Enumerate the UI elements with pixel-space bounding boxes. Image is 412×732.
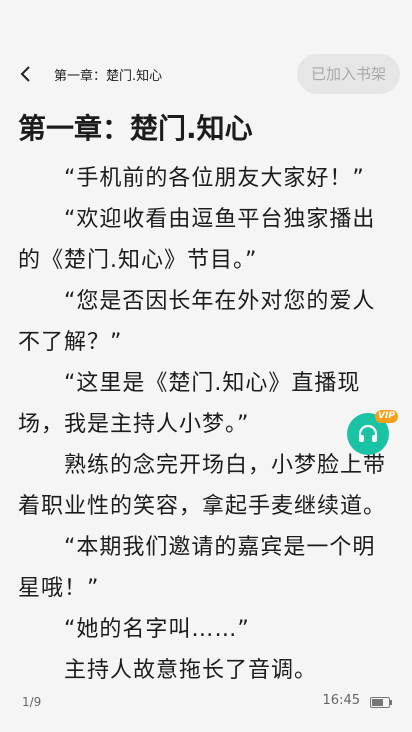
back-button[interactable] <box>14 62 38 86</box>
top-bar: 第一章：楚门.知心 已加入书架 <box>0 52 412 96</box>
battery-icon <box>370 697 392 708</box>
status-footer: 1/9 16:45 <box>0 692 412 732</box>
vip-badge: VIP <box>375 410 398 423</box>
paragraph: 熟练的念完开场白，小梦脸上带着职业性的笑容，拿起手麦继续道。 <box>18 453 387 519</box>
clock: 16:45 <box>322 693 360 708</box>
chapter-title: 第一章：楚门.知心 <box>18 112 253 145</box>
chapter-content: 第一章：楚门.知心 “手机前的各位朋友大家好！” “欢迎收看由逗鱼平台独家播出的… <box>18 106 392 691</box>
battery-level <box>372 699 383 706</box>
chevron-left-icon <box>20 66 30 82</box>
chapter-name: 第一章：楚门.知心 <box>54 69 163 84</box>
reader-page: 第一章：楚门.知心 已加入书架 第一章：楚门.知心 “手机前的各位朋友大家好！”… <box>0 0 412 732</box>
added-to-shelf-button[interactable]: 已加入书架 <box>296 54 400 94</box>
paragraph: “她的名字叫……” <box>64 617 250 642</box>
paragraph: 主持人故意拖长了音调。 <box>64 658 318 683</box>
paragraph: “您是否因长年在外对您的爱人不了解？” <box>18 289 376 355</box>
paragraph: “手机前的各位朋友大家好！” <box>64 166 365 191</box>
paragraph: “欢迎收看由逗鱼平台独家播出的《楚门.知心》节目。” <box>18 207 376 273</box>
paragraph: “这里是《楚门.知心》直播现场，我是主持人小梦。” <box>18 371 361 437</box>
page-indicator: 1/9 <box>22 695 42 709</box>
headphones-icon <box>358 424 378 442</box>
paragraph: “本期我们邀请的嘉宾是一个明星哦！” <box>18 535 376 601</box>
